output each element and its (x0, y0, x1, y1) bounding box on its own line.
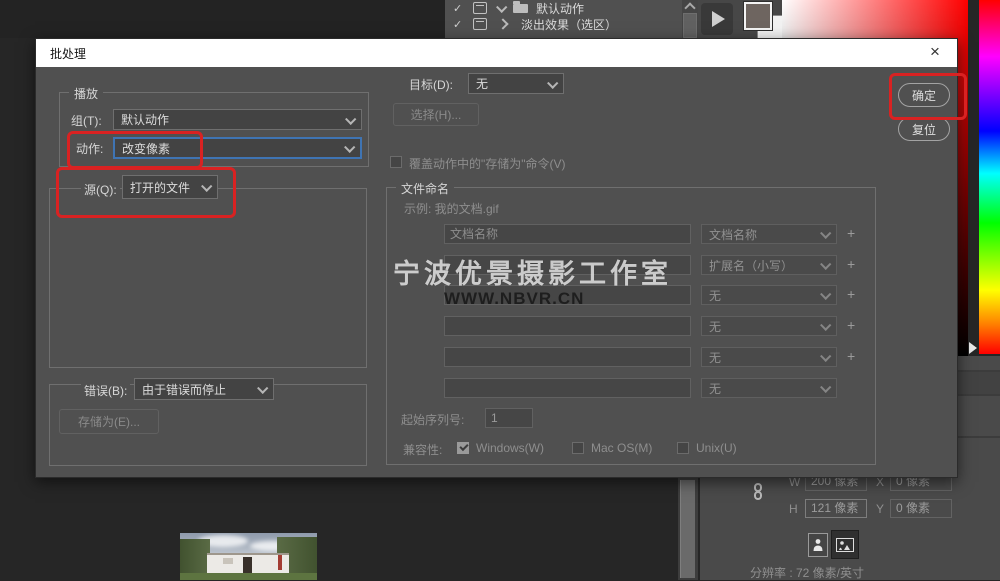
actions-panel: ✓ 默认动作 ✓ 淡出效果（选区） (445, 0, 698, 38)
chevron-down-icon (820, 351, 831, 362)
macos-checkbox (572, 442, 584, 454)
set-dropdown-value: 默认动作 (121, 111, 169, 128)
override-checkbox (390, 156, 402, 168)
naming-select-6: 无 (701, 378, 837, 398)
unix-label: Unix(U) (696, 441, 737, 455)
plus-icon: + (847, 286, 855, 302)
dialog-title: 批处理 (50, 45, 86, 62)
watermark-text: 宁波优景摄影工作室 (393, 252, 672, 291)
actions-row-action[interactable]: ✓ 淡出效果（选区） (445, 16, 698, 32)
scroll-up-icon[interactable] (684, 2, 695, 13)
windows-label: Windows(W) (476, 441, 544, 455)
error-dropdown[interactable]: 由于错误而停止 (134, 378, 274, 400)
annotation-box-source (56, 167, 236, 218)
macos-label: Mac OS(M) (591, 441, 652, 455)
foreground-color-swatch[interactable] (744, 2, 772, 30)
chevron-down-icon (820, 320, 831, 331)
chevron-down-icon (344, 142, 355, 153)
dialog-toggle-icon[interactable] (473, 2, 487, 14)
scrollbar-thumb[interactable] (680, 480, 695, 578)
plus-icon: + (847, 348, 855, 364)
set-dropdown[interactable]: 默认动作 (113, 109, 362, 130)
unix-checkbox (677, 442, 689, 454)
hue-slider-marker[interactable] (969, 342, 977, 354)
close-icon[interactable]: × (925, 42, 945, 62)
annotation-box-action (67, 131, 203, 169)
height-label: H (789, 502, 798, 516)
destination-label: 目标(D): (409, 76, 453, 93)
chevron-down-icon (547, 77, 558, 88)
check-icon (459, 442, 468, 451)
plus-icon: + (847, 225, 855, 241)
image-view-button[interactable] (831, 530, 859, 559)
action-item-label[interactable]: 淡出效果（选区） (521, 16, 617, 33)
chevron-down-icon[interactable] (496, 2, 507, 13)
dialog-toggle-icon[interactable] (473, 18, 487, 30)
serial-label: 起始序列号: (401, 411, 464, 428)
person-view-button[interactable] (808, 533, 828, 557)
action-set-label[interactable]: 默认动作 (536, 0, 584, 17)
error-dropdown-value: 由于错误而停止 (142, 381, 226, 398)
chevron-down-icon (820, 259, 831, 270)
document-thumbnail (180, 533, 317, 580)
folder-icon (513, 4, 528, 13)
serial-input (485, 408, 533, 428)
y-field: 0 像素 (890, 499, 952, 518)
annotation-box-ok (889, 73, 967, 120)
naming-input-5 (444, 347, 691, 367)
play-group-legend: 播放 (69, 85, 103, 102)
file-naming-legend: 文件命名 (396, 180, 454, 197)
windows-checkbox (457, 442, 469, 454)
document-scrollbar[interactable] (678, 478, 700, 580)
actions-scrollbar[interactable] (682, 0, 698, 38)
plus-icon: + (847, 256, 855, 272)
watermark-url: WWW.NBVR.CN (444, 289, 584, 309)
reset-button[interactable]: 复位 (898, 117, 950, 141)
resolution-text: 分辨率 : 72 像素/英寸 (750, 564, 864, 581)
save-as-button: 存储为(E)... (59, 409, 159, 434)
link-dimensions-icon[interactable] (753, 483, 763, 503)
chevron-down-icon (820, 289, 831, 300)
chevron-down-icon (257, 383, 268, 394)
naming-example: 示例: 我的文档.gif (404, 200, 499, 217)
batch-dialog: 批处理 × 播放 组(T): 默认动作 动作: 改变像素 源(Q): 打开的文件… (35, 38, 958, 478)
top-dark-area (0, 0, 445, 38)
check-icon: ✓ (453, 2, 465, 15)
naming-select-5: 无 (701, 347, 837, 367)
naming-select-4: 无 (701, 316, 837, 336)
naming-select-2: 扩展名（小写） (701, 255, 837, 275)
choose-button: 选择(H)... (393, 103, 479, 126)
play-icon (712, 11, 725, 27)
chevron-right-icon[interactable] (497, 18, 508, 29)
chevron-down-icon (820, 382, 831, 393)
set-label: 组(T): (71, 112, 102, 129)
destination-dropdown-value: 无 (476, 75, 488, 92)
naming-input-1 (444, 224, 691, 244)
dialog-titlebar[interactable]: 批处理 × (36, 39, 957, 67)
y-label: Y (876, 502, 884, 516)
plus-icon: + (847, 317, 855, 333)
naming-select-3: 无 (701, 285, 837, 305)
hue-slider[interactable] (979, 0, 1000, 354)
person-icon (812, 538, 824, 552)
naming-input-4 (444, 316, 691, 336)
image-icon (836, 538, 854, 552)
naming-select-1: 文档名称 (701, 224, 837, 244)
compatibility-label: 兼容性: (403, 441, 442, 458)
error-label: 错误(B): (81, 382, 130, 399)
height-field: 121 像素 (805, 499, 867, 518)
naming-input-6 (444, 378, 691, 398)
check-icon: ✓ (453, 18, 465, 31)
override-label: 覆盖动作中的"存储为"命令(V) (409, 155, 566, 172)
destination-dropdown[interactable]: 无 (468, 73, 564, 94)
scrollbar-thumb[interactable] (683, 13, 697, 38)
actions-row-set[interactable]: ✓ 默认动作 (445, 0, 698, 16)
chevron-down-icon (345, 113, 356, 124)
play-button[interactable] (701, 3, 733, 35)
chevron-down-icon (820, 228, 831, 239)
tools-segment (698, 0, 782, 38)
